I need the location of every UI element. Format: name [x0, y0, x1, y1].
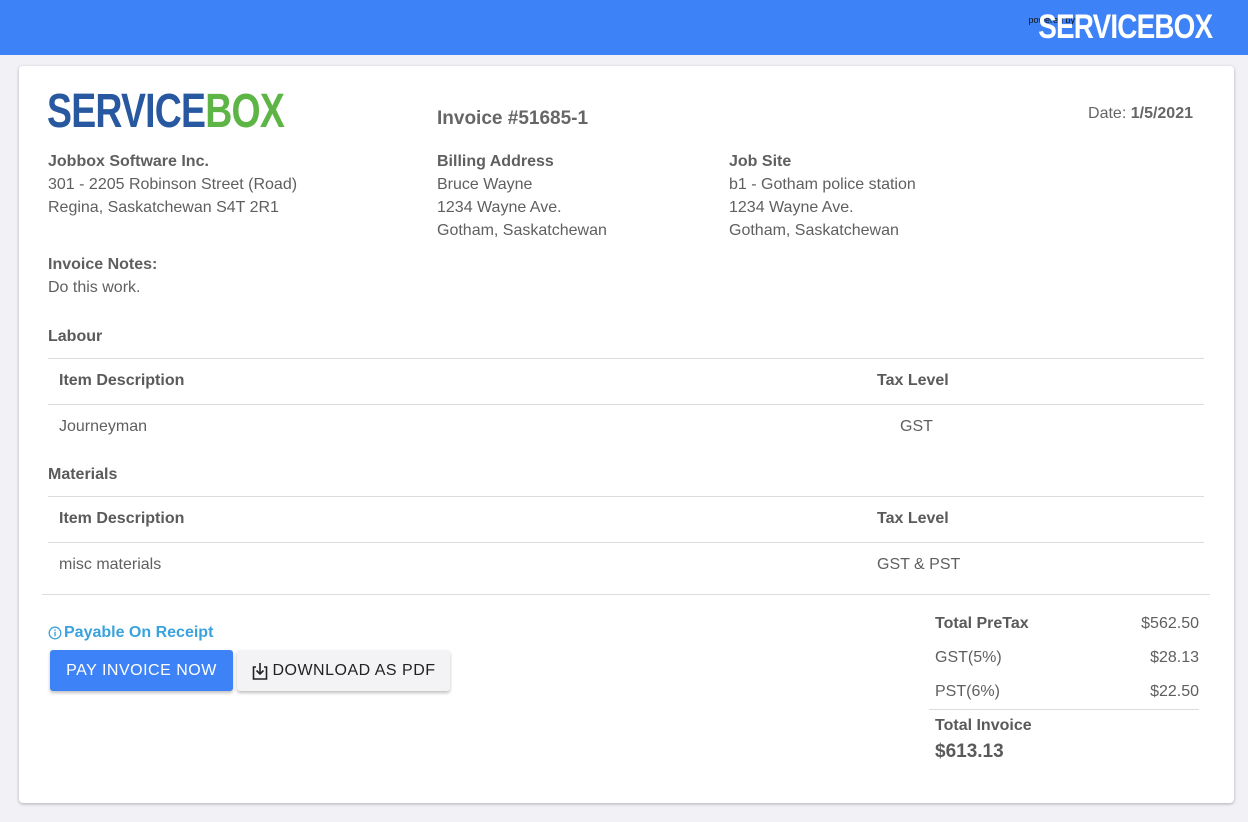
- download-icon: [251, 661, 269, 681]
- materials-top-divider: [48, 496, 1204, 497]
- pay-invoice-label: PAY INVOICE NOW: [66, 661, 217, 679]
- invoice-notes: Invoice Notes: Do this work.: [48, 253, 157, 299]
- materials-col-tax: Tax Level: [877, 510, 949, 527]
- billing-address-block: Billing Address Bruce Wayne 1234 Wayne A…: [437, 150, 607, 242]
- company-block: Jobbox Software Inc. 301 - 2205 Robinson…: [48, 150, 297, 219]
- billing-line1: 1234 Wayne Ave.: [437, 199, 562, 216]
- billing-line2: Gotham, Saskatchewan: [437, 222, 607, 239]
- job-site-name: b1 - Gotham police station: [729, 176, 916, 193]
- download-pdf-button[interactable]: DOWNLOAD AS PDF: [237, 650, 450, 691]
- logo-service-text: SERVICE: [47, 85, 206, 138]
- billing-title: Billing Address: [437, 153, 554, 170]
- company-name: Jobbox Software Inc.: [48, 153, 209, 170]
- top-bar: powered by SERVICEBOX: [0, 0, 1248, 55]
- footer-divider: [42, 594, 1210, 595]
- pay-invoice-button[interactable]: PAY INVOICE NOW: [50, 650, 233, 691]
- labour-top-divider: [48, 358, 1204, 359]
- payable-label: Payable On Receipt: [64, 624, 214, 641]
- gst-value: $28.13: [1150, 649, 1199, 666]
- notes-text: Do this work.: [48, 279, 141, 296]
- date-label: Date:: [1088, 105, 1127, 122]
- job-site-line1: 1234 Wayne Ave.: [729, 199, 854, 216]
- labour-col-description: Item Description: [59, 372, 185, 389]
- job-site-title: Job Site: [729, 153, 792, 170]
- materials-row-tax: GST & PST: [877, 556, 961, 573]
- labour-row-description: Journeyman: [59, 418, 148, 435]
- download-pdf-label: DOWNLOAD AS PDF: [272, 661, 436, 679]
- servicebox-header-logo[interactable]: SERVICEBOX: [1038, 8, 1213, 47]
- totals-divider: [929, 709, 1199, 710]
- date-value: 1/5/2021: [1130, 105, 1193, 122]
- notes-title: Invoice Notes:: [48, 256, 158, 273]
- payable-notice: Payable On Receipt: [48, 624, 213, 642]
- info-icon: [48, 626, 62, 640]
- materials-section-title: Materials: [48, 466, 118, 483]
- total-pretax-label: Total PreTax: [935, 615, 1029, 632]
- total-pretax-value: $562.50: [1141, 615, 1199, 632]
- total-invoice-label: Total Invoice: [935, 717, 1032, 734]
- job-site-block: Job Site b1 - Gotham police station 1234…: [729, 150, 916, 242]
- company-address-line2: Regina, Saskatchewan S4T 2R1: [48, 199, 279, 216]
- billing-name: Bruce Wayne: [437, 176, 533, 193]
- invoice-number: Invoice #51685-1: [437, 108, 589, 129]
- labour-row-tax: GST: [900, 418, 933, 435]
- invoice-card: SERVICEBOX Invoice #51685-1 Date: 1/5/20…: [19, 66, 1234, 803]
- labour-section-title: Labour: [48, 328, 103, 345]
- company-address-line1: 301 - 2205 Robinson Street (Road): [48, 176, 298, 193]
- logo-box-text: BOX: [205, 85, 285, 138]
- pst-value: $22.50: [1150, 683, 1199, 700]
- materials-header-divider: [48, 542, 1204, 543]
- company-logo: SERVICEBOX: [47, 84, 285, 140]
- labour-col-tax: Tax Level: [877, 372, 949, 389]
- materials-col-description: Item Description: [59, 510, 185, 527]
- gst-label: GST(5%): [935, 649, 1002, 666]
- labour-header-divider: [48, 404, 1204, 405]
- materials-row-description: misc materials: [59, 556, 162, 573]
- invoice-date: Date: 1/5/2021: [1088, 105, 1193, 123]
- pst-label: PST(6%): [935, 683, 1000, 700]
- total-invoice-value: $613.13: [935, 741, 1004, 762]
- job-site-line2: Gotham, Saskatchewan: [729, 222, 899, 239]
